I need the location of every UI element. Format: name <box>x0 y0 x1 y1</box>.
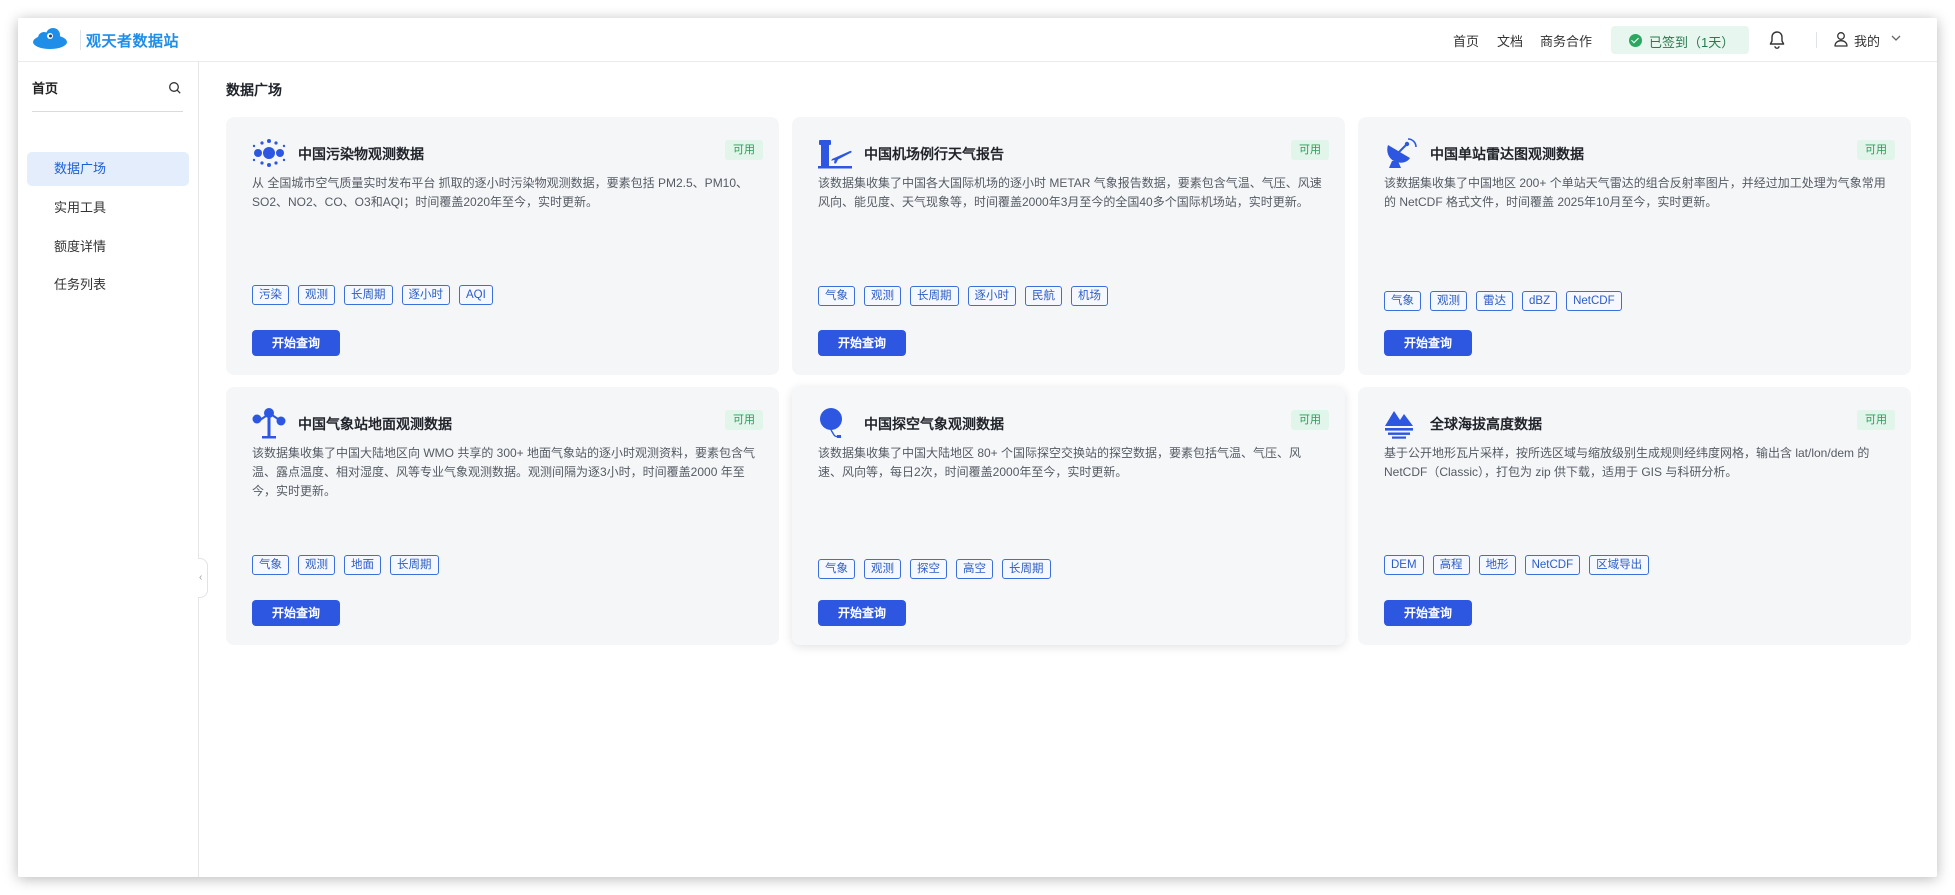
card-title: 中国气象站地面观测数据 <box>298 416 452 432</box>
sidebar-item-data-square[interactable]: 数据广场 <box>27 152 189 186</box>
tag-list: 气象 观测 雷达 dBZ NetCDF <box>1384 291 1622 311</box>
tag: 长周期 <box>910 286 959 306</box>
start-query-button[interactable]: 开始查询 <box>252 330 340 356</box>
tag: dBZ <box>1522 291 1558 311</box>
tag: 观测 <box>298 285 335 305</box>
tag: 长周期 <box>344 285 393 305</box>
header-divider <box>1816 32 1817 48</box>
weather-station-icon <box>252 408 286 439</box>
start-query-button[interactable]: 开始查询 <box>818 330 906 356</box>
tag-list: 气象 观测 探空 高空 长周期 <box>818 559 1051 579</box>
tag: 长周期 <box>390 555 439 575</box>
tag-list: 气象 观测 地面 长周期 <box>252 555 439 575</box>
card-description: 该数据集收集了中国各大国际机场的逐小时 METAR 气象报告数据，要素包含气温、… <box>818 176 1322 209</box>
tag: 区域导出 <box>1589 555 1650 575</box>
check-circle-icon <box>1629 34 1642 47</box>
nav-docs[interactable]: 文档 <box>1497 31 1523 50</box>
tag: 污染 <box>252 285 289 305</box>
card-title: 中国机场例行天气报告 <box>864 146 1004 162</box>
dataset-card[interactable]: 全球海拔高度数据 可用 基于公开地形瓦片采样，按所选区域与缩放级别生成规则经纬度… <box>1358 387 1911 645</box>
chevron-left-icon: ‹ <box>199 572 203 583</box>
sidebar-collapse-handle[interactable]: ‹ <box>198 558 208 598</box>
tag: 气象 <box>252 555 289 575</box>
tag: 逐小时 <box>401 285 450 305</box>
card-title: 中国单站雷达图观测数据 <box>1430 146 1584 162</box>
tag: AQI <box>459 285 493 305</box>
tag: 地面 <box>344 555 381 575</box>
tag-list: 污染 观测 长周期 逐小时 AQI <box>252 285 493 305</box>
cloud-logo-icon[interactable] <box>30 27 70 51</box>
tag: 气象 <box>818 286 855 306</box>
tag: 气象 <box>818 559 855 579</box>
card-description: 该数据集收集了中国大陆地区向 WMO 共享的 300+ 地面气象站的逐小时观测资… <box>252 446 756 498</box>
top-bar: 观天者数据站 首页 文档 商务合作 已签到（1天） 我的 <box>18 18 1937 62</box>
card-description: 从 全国城市空气质量实时发布平台 抓取的逐小时污染物观测数据，要素包括 PM2.… <box>252 176 749 209</box>
pollution-particles-icon <box>252 139 286 167</box>
start-query-button[interactable]: 开始查询 <box>818 600 906 626</box>
weather-balloon-icon <box>820 408 842 438</box>
card-title: 中国探空气象观测数据 <box>864 416 1004 432</box>
tag: 观测 <box>864 559 901 579</box>
tag: 逐小时 <box>967 286 1016 306</box>
tag: NetCDF <box>1524 555 1581 575</box>
card-title: 全球海拔高度数据 <box>1430 416 1542 432</box>
dataset-card[interactable]: 中国机场例行天气报告 可用 该数据集收集了中国各大国际机场的逐小时 METAR … <box>792 117 1345 375</box>
dataset-card[interactable]: 中国气象站地面观测数据 可用 该数据集收集了中国大陆地区向 WMO 共享的 30… <box>226 387 779 645</box>
tag: 高程 <box>1432 555 1470 575</box>
nav-home[interactable]: 首页 <box>1453 31 1479 50</box>
tag: 气象 <box>1384 291 1421 311</box>
nav-business[interactable]: 商务合作 <box>1540 31 1592 50</box>
app-window: 观天者数据站 首页 文档 商务合作 已签到（1天） 我的 首页 数据广场 实用工… <box>18 18 1937 877</box>
start-query-button[interactable]: 开始查询 <box>252 600 340 626</box>
tag: 观测 <box>1430 291 1467 311</box>
tag-list: 气象 观测 长周期 逐小时 民航 机场 <box>818 286 1108 306</box>
start-query-button[interactable]: 开始查询 <box>1384 330 1472 356</box>
tag: 民航 <box>1025 286 1062 306</box>
dataset-card[interactable]: 中国污染物观测数据 可用 从 全国城市空气质量实时发布平台 抓取的逐小时污染物观… <box>226 117 779 375</box>
logo-divider <box>80 30 81 50</box>
card-description: 该数据集收集了中国地区 200+ 个单站天气雷达的组合反射率图片，并经过加工处理… <box>1384 176 1886 209</box>
tag: DEM <box>1384 555 1424 575</box>
card-description: 基于公开地形瓦片采样，按所选区域与缩放级别生成规则经纬度网格，输出含 lat/l… <box>1384 446 1870 479</box>
tag: 观测 <box>864 286 901 306</box>
brand-name[interactable]: 观天者数据站 <box>86 30 179 51</box>
signin-status-button[interactable]: 已签到（1天） <box>1611 26 1749 54</box>
sidebar-item-tools[interactable]: 实用工具 <box>27 191 189 225</box>
radar-dish-icon <box>1387 138 1417 168</box>
card-title: 中国污染物观测数据 <box>298 146 424 162</box>
mountain-elevation-icon <box>1385 411 1413 439</box>
sidebar-divider <box>32 111 183 112</box>
user-icon[interactable] <box>1834 31 1848 47</box>
status-badge: 可用 <box>1857 410 1895 430</box>
airport-tower-plane-icon <box>818 140 852 169</box>
status-badge: 可用 <box>1291 140 1329 160</box>
sidebar: 首页 数据广场 实用工具 额度详情 任务列表 <box>18 62 199 877</box>
search-icon[interactable] <box>168 81 182 95</box>
page-title: 数据广场 <box>226 82 282 98</box>
chevron-down-icon[interactable] <box>1890 32 1902 44</box>
status-badge: 可用 <box>1291 410 1329 430</box>
bell-icon[interactable] <box>1768 30 1786 50</box>
sidebar-item-quota[interactable]: 额度详情 <box>27 230 189 264</box>
tag: 地形 <box>1478 555 1516 575</box>
status-badge: 可用 <box>1857 140 1895 160</box>
sidebar-item-tasks[interactable]: 任务列表 <box>27 268 189 302</box>
user-menu-label[interactable]: 我的 <box>1854 31 1880 50</box>
card-description: 该数据集收集了中国大陆地区 80+ 个国际探空交换站的探空数据，要素包括气温、气… <box>818 446 1302 479</box>
signin-label: 已签到（1天） <box>1649 35 1735 50</box>
tag: NetCDF <box>1566 291 1622 311</box>
tag: 观测 <box>298 555 335 575</box>
tag-list: DEM 高程 地形 NetCDF 区域导出 <box>1384 555 1650 575</box>
start-query-button[interactable]: 开始查询 <box>1384 600 1472 626</box>
tag: 长周期 <box>1002 559 1051 579</box>
tag: 高空 <box>956 559 993 579</box>
tag: 探空 <box>910 559 947 579</box>
status-badge: 可用 <box>725 140 763 160</box>
tag: 机场 <box>1071 286 1108 306</box>
dataset-card[interactable]: 中国单站雷达图观测数据 可用 该数据集收集了中国地区 200+ 个单站天气雷达的… <box>1358 117 1911 375</box>
status-badge: 可用 <box>725 410 763 430</box>
sidebar-home[interactable]: 首页 <box>32 78 58 97</box>
dataset-card[interactable]: 中国探空气象观测数据 可用 该数据集收集了中国大陆地区 80+ 个国际探空交换站… <box>792 387 1345 645</box>
tag: 雷达 <box>1476 291 1513 311</box>
